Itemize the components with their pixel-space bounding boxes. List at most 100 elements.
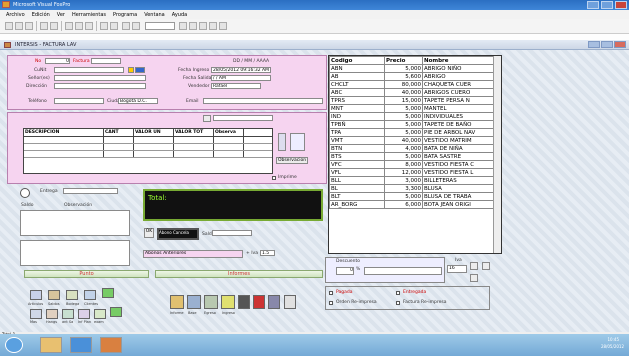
price-precio[interactable]: 6,000 [384,200,423,209]
table-row[interactable] [24,151,272,158]
run-icon[interactable] [122,22,130,30]
price-codigo[interactable]: BTN [329,144,385,153]
ingreso-icon[interactable] [221,295,235,309]
price-nombre[interactable]: BATA SASTRE [422,152,495,161]
price-nombre[interactable]: TAPETE DE BAÑO [422,120,495,129]
print-icon[interactable] [40,22,48,30]
price-precio[interactable]: 5,000 [384,104,423,113]
price-precio[interactable]: 8,000 [384,160,423,169]
email-field[interactable] [203,98,323,104]
copy-icon[interactable] [75,22,83,30]
egreso-icon[interactable] [204,295,218,309]
price-nombre[interactable]: CHAQUETA CUER [422,80,495,89]
imprime-checkbox[interactable] [272,176,276,180]
price-codigo[interactable]: TPBÑ [329,120,385,129]
code-icon[interactable] [209,22,217,30]
menu-ventana[interactable]: Ventana [144,12,165,19]
entrega-combo[interactable] [63,188,118,194]
price-precio[interactable]: 4,000 [384,144,423,153]
redo-icon[interactable] [110,22,118,30]
price-nombre[interactable]: BOTA JEAN ORIGI [422,200,495,209]
excel-icon[interactable] [102,288,114,298]
table-row[interactable] [24,137,272,144]
price-row[interactable]: CHCLT 80,000 CHAQUETA CUER [329,80,495,89]
price-codigo[interactable]: VFC [329,160,385,169]
abono-field[interactable]: Abono Cancela [157,228,199,240]
price-row[interactable]: MNT 5,000 MANTEL [329,104,495,113]
help-icon[interactable] [219,22,227,30]
price-nombre[interactable]: VESTIDO MATRIM [422,136,495,145]
price-precio[interactable]: 5,600 [384,72,423,81]
price-precio[interactable]: 5,000 [384,64,423,73]
price-nombre[interactable]: VESTIDO FIESTA L [422,168,495,177]
price-row[interactable]: TPBÑ 5,000 TAPETE DE BAÑO [329,120,495,129]
price-codigo[interactable]: BLT [329,192,385,201]
direccion-field[interactable] [54,83,146,89]
paste-icon[interactable] [85,22,93,30]
price-nombre[interactable]: PIE DE ARBOL NAV [422,128,495,137]
col-valor-un[interactable]: VALOR UN [134,129,174,136]
price-precio[interactable]: 15,000 [384,96,423,105]
price-codigo[interactable]: ABN [329,64,385,73]
price-codigo[interactable]: MNT [329,104,385,113]
articulos-icon[interactable] [30,290,42,300]
price-codigo[interactable]: ABC [329,88,385,97]
descuento-amount-field[interactable] [364,267,442,275]
price-row[interactable]: VFC 8,000 VESTIDO FIESTA C [329,160,495,169]
informe-icon[interactable] [170,295,184,309]
price-nombre[interactable]: ABRIGO [422,72,495,81]
save-icon[interactable] [25,22,33,30]
ant-sa-icon[interactable] [62,309,74,319]
factura-reimpresa-checkbox[interactable] [396,301,400,305]
price-nombre[interactable]: ABRIGO NIÑO [422,64,495,73]
folder-icon[interactable] [268,295,280,309]
price-nombre[interactable]: BATA DE NIÑA [422,144,495,153]
price-codigo[interactable]: TPRS [329,96,385,105]
price-codigo[interactable]: VMT [329,136,385,145]
maximize-button[interactable] [601,1,613,9]
excel2-icon[interactable] [110,307,122,317]
entrega-radio[interactable] [20,188,30,198]
price-nombre[interactable]: BILLETERAS [422,176,495,185]
fecha-salida-field[interactable]: / / AM [211,75,271,81]
price-precio[interactable]: 5,000 [384,128,423,137]
price-row[interactable]: TPRS 15,000 TAPETE PERSA N [329,96,495,105]
price-codigo[interactable]: AR_BORG [329,200,385,209]
col-descripcion[interactable]: DESCRIPCION [24,129,104,136]
price-precio[interactable]: 5,000 [384,192,423,201]
menu-herramientas[interactable]: Herramientas [72,12,106,19]
command-icon[interactable] [189,22,197,30]
saldo-field[interactable] [212,230,252,236]
undo-icon[interactable] [100,22,108,30]
price-precio[interactable]: 12,000 [384,168,423,177]
price-precio[interactable]: 40,000 [384,136,423,145]
calculator-icon[interactable] [238,295,250,309]
ok-button[interactable]: OK [144,228,154,238]
price-precio[interactable]: 3,300 [384,184,423,193]
menu-ayuda[interactable]: Ayuda [172,12,187,19]
iva-field[interactable]: 1.5 [260,250,275,256]
price-nombre[interactable]: VESTIDO FIESTA C [422,160,495,169]
lookup-icon[interactable] [128,67,134,73]
price-nombre[interactable]: BLUSA DE TRABA [422,192,495,201]
price-row[interactable]: VMT 40,000 VESTIDO MATRIM [329,136,495,145]
price-precio[interactable]: 80,000 [384,80,423,89]
price-col-codigo[interactable]: Codigo [329,56,385,65]
hangs-icon[interactable] [46,309,58,319]
price-precio[interactable]: 40,000 [384,88,423,97]
flag-icon[interactable] [253,295,265,309]
minimize-button[interactable] [587,1,599,9]
price-codigo[interactable]: BL [329,184,385,193]
ciudad-field[interactable]: Bogotá D.C. [118,98,158,104]
menu-ver[interactable]: Ver [57,12,65,19]
cuit-field[interactable] [54,67,124,73]
start-button[interactable] [5,337,23,353]
price-row[interactable]: BLL 3,000 BILLETERAS [329,176,495,185]
items-grid[interactable]: DESCRIPCION CANT VALOR UN VALOR TOT Obse… [23,128,273,174]
notes-area[interactable] [20,240,130,266]
price-row[interactable]: VFL 12,000 VESTIDO FIESTA L [329,168,495,177]
iva-down-button[interactable] [482,262,490,270]
price-row[interactable]: BLT 5,000 BLUSA DE TRABA [329,192,495,201]
price-row[interactable]: BL 3,300 BLUSA [329,184,495,193]
descuento-field[interactable]: 0 [336,267,354,275]
